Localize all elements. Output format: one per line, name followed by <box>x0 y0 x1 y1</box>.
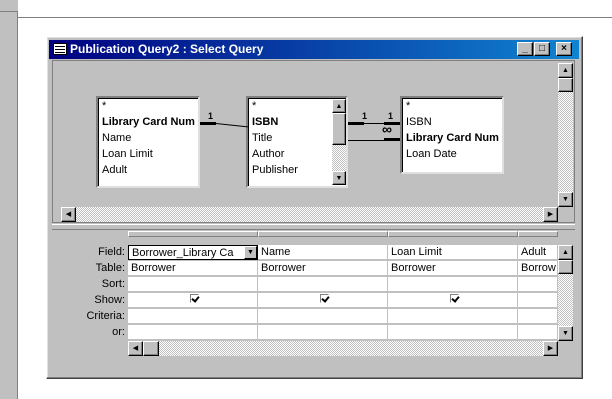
grid-cell-criteria[interactable] <box>388 309 518 324</box>
field-list-publication[interactable]: * ISBN Title Author Publisher ▲ ▼ <box>246 96 348 188</box>
field-list-item[interactable]: Title <box>252 131 272 146</box>
grid-cell-table[interactable]: Borrower <box>128 261 258 276</box>
field-value: Borrower_Library Ca <box>132 247 234 259</box>
grid-cell-or[interactable] <box>128 325 258 340</box>
chevron-down-icon[interactable]: ▼ <box>244 246 257 259</box>
scroll-up-button[interactable]: ▲ <box>558 63 573 78</box>
grid-horizontal-scrollbar[interactable] <box>128 341 558 356</box>
scroll-down-button[interactable]: ▼ <box>332 171 346 185</box>
row-label-criteria: Criteria: <box>86 310 125 322</box>
join-line[interactable] <box>348 122 364 125</box>
field-list-item[interactable]: ISBN <box>406 115 432 130</box>
grid-cell-table[interactable]: Borrower <box>258 261 388 276</box>
grid-cell-sort[interactable] <box>518 277 558 292</box>
column-selector[interactable] <box>518 231 558 237</box>
column-selector[interactable] <box>388 231 518 237</box>
grid-cell-criteria[interactable] <box>258 309 388 324</box>
grid-cell-sort[interactable] <box>128 277 258 292</box>
grid-cell-or[interactable] <box>388 325 518 340</box>
grid-cell-table[interactable]: Borrower <box>388 261 518 276</box>
join-line[interactable] <box>384 138 400 141</box>
field-list-item[interactable]: Library Card Num <box>102 115 195 130</box>
grid-cell-show[interactable] <box>128 293 258 308</box>
grid-cell-field[interactable]: Adult <box>518 245 558 260</box>
join-label: 1 <box>362 111 368 121</box>
join-line[interactable] <box>348 140 364 141</box>
grid-cell-show[interactable] <box>388 293 518 308</box>
field-list-item[interactable]: Adult <box>102 163 127 178</box>
minimize-button[interactable]: _ <box>517 42 533 56</box>
app-left-panel <box>0 0 18 399</box>
column-selector[interactable] <box>258 231 388 237</box>
join-line[interactable] <box>364 123 384 124</box>
scroll-thumb[interactable] <box>558 260 573 274</box>
grid-cell-table[interactable]: Borrow <box>518 261 558 276</box>
show-checkbox[interactable] <box>319 294 329 303</box>
row-label-sort: Sort: <box>101 278 125 290</box>
field-list-item[interactable]: Author <box>252 147 284 162</box>
field-list-item[interactable]: * <box>406 99 410 114</box>
field-list-item[interactable]: * <box>252 99 256 114</box>
window-title: Publication Query2 : Select Query <box>70 42 264 56</box>
show-checkbox[interactable] <box>189 294 199 303</box>
maximize-button[interactable]: □ <box>534 42 550 56</box>
pane-splitter[interactable] <box>52 224 575 230</box>
pane-horizontal-scrollbar[interactable] <box>61 207 558 222</box>
field-list-item[interactable]: ISBN <box>252 115 278 130</box>
close-button[interactable]: × <box>556 42 572 56</box>
row-label-show: Show: <box>94 294 125 306</box>
grid-cell-or[interactable] <box>258 325 388 340</box>
grid-cell-sort[interactable] <box>258 277 388 292</box>
show-checkbox[interactable] <box>449 294 459 303</box>
scroll-right-button[interactable]: ▶ <box>543 341 558 356</box>
grid-cell-criteria[interactable] <box>518 309 558 324</box>
field-list-item[interactable]: Name <box>102 131 131 146</box>
row-label-or: or: <box>112 326 125 338</box>
join-infinity-label: ∞ <box>382 121 392 137</box>
grid-cell-field[interactable]: Name <box>258 245 388 260</box>
grid-cell-or[interactable] <box>518 325 558 340</box>
field-list-item[interactable]: * <box>102 99 106 114</box>
row-label-field: Field: <box>98 246 125 258</box>
app-top-divider <box>18 17 612 18</box>
scroll-down-button[interactable]: ▼ <box>558 192 573 207</box>
grid-cell-sort[interactable] <box>388 277 518 292</box>
scroll-right-button[interactable]: ▶ <box>543 207 558 222</box>
join-line[interactable] <box>364 140 384 141</box>
grid-cell-criteria[interactable] <box>128 309 258 324</box>
row-label-table: Table: <box>95 262 125 274</box>
field-list-loan[interactable]: * ISBN Library Card Num Loan Date <box>400 96 504 174</box>
field-list-item[interactable]: Loan Date <box>406 147 457 162</box>
join-label: 1 <box>388 111 394 121</box>
app-corner <box>0 0 18 12</box>
field-list-item[interactable]: Library Card Num <box>406 131 499 146</box>
query-window-icon[interactable] <box>53 43 67 55</box>
field-list-item[interactable]: Publisher <box>252 163 298 178</box>
grid-cell-show[interactable] <box>258 293 388 308</box>
scroll-up-button[interactable]: ▲ <box>332 99 346 113</box>
grid-cell-show[interactable] <box>518 293 558 308</box>
scroll-thumb[interactable] <box>143 341 159 356</box>
grid-cell-field[interactable]: Borrower_Library Ca ▼ <box>128 245 258 260</box>
scroll-thumb[interactable] <box>332 113 346 145</box>
scroll-left-button[interactable]: ◀ <box>61 207 76 222</box>
join-label: 1 <box>208 111 214 121</box>
design-grid: Field: Table: Sort: Show: Criteria: or: … <box>52 231 575 359</box>
grid-cell-field[interactable]: Loan Limit <box>388 245 518 260</box>
scroll-up-button[interactable]: ▲ <box>558 245 573 260</box>
scroll-down-button[interactable]: ▼ <box>558 326 573 341</box>
scroll-left-button[interactable]: ◀ <box>128 341 143 356</box>
field-list-item[interactable]: Loan Limit <box>102 147 153 162</box>
column-selector[interactable] <box>128 231 258 237</box>
join-line[interactable] <box>200 122 216 125</box>
scroll-thumb[interactable] <box>558 78 573 92</box>
field-list-borrower[interactable]: * Library Card Num Name Loan Limit Adult <box>96 96 200 188</box>
